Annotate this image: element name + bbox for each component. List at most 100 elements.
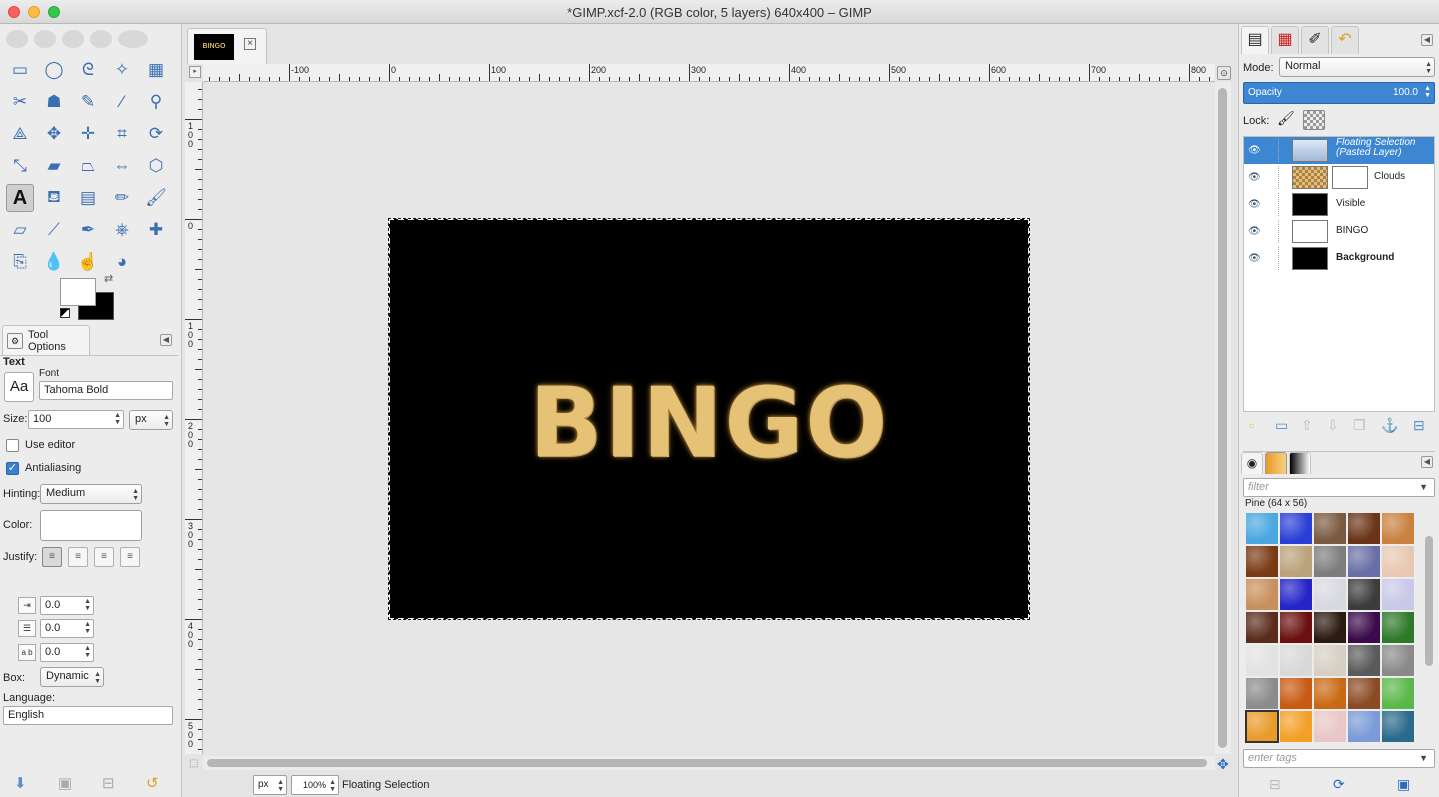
antialiasing-checkbox[interactable]: ✓ (6, 462, 19, 475)
pattern-swatch[interactable] (1314, 579, 1346, 610)
justify-center-button[interactable]: ≡ (94, 547, 114, 567)
delete-layer-icon[interactable]: ⊟ (1413, 417, 1425, 434)
pattern-swatch[interactable] (1246, 513, 1278, 544)
pattern-swatch[interactable] (1348, 513, 1380, 544)
foreground-color-swatch[interactable] (60, 278, 96, 306)
layers-list[interactable]: 👁 Floating Selection (Pasted Layer) 👁 Clouds… (1243, 136, 1435, 412)
eye-icon[interactable]: 👁 (1248, 145, 1261, 156)
pattern-swatch[interactable] (1246, 579, 1278, 610)
lower-layer-icon[interactable]: ⇩ (1327, 417, 1339, 434)
pattern-swatch[interactable] (1348, 546, 1380, 577)
raise-layer-icon[interactable]: ⇧ (1301, 417, 1313, 434)
pattern-swatch[interactable] (1382, 711, 1414, 742)
heal-icon[interactable]: ✚ (142, 216, 170, 244)
patterns-grid[interactable] (1245, 512, 1415, 743)
image-menu-icon[interactable]: ▸ (189, 66, 201, 78)
panel-menu-icon[interactable]: ◀ (1421, 34, 1433, 46)
canvas-area[interactable]: BINGO (203, 82, 1215, 754)
pattern-swatch[interactable] (1382, 678, 1414, 709)
layer-row[interactable]: 👁 Clouds (1244, 164, 1434, 191)
lock-pixels-icon[interactable]: 🖌 (1277, 110, 1295, 127)
chain-icon[interactable] (1278, 166, 1279, 189)
paths-icon[interactable]: ✎ (74, 88, 102, 116)
opacity-slider[interactable]: Opacity 100.0 ▲ ▼ (1243, 82, 1435, 104)
tab-channels[interactable]: ▦ (1271, 26, 1299, 54)
patterns-scroll-thumb[interactable] (1425, 536, 1433, 666)
cage-transform-icon[interactable]: ⬡ (142, 152, 170, 180)
navigate-icon[interactable]: ✥ (1217, 756, 1229, 773)
tab-patterns[interactable] (1265, 452, 1287, 474)
fuzzy-select-icon[interactable]: ✧ (108, 56, 136, 84)
indent-stepper-icon[interactable]: ▲ ▼ (84, 598, 91, 612)
chevron-down-icon[interactable]: ▼ (1419, 753, 1428, 763)
zoom-icon[interactable]: ⚲ (142, 88, 170, 116)
tab-brushes[interactable]: ◉ (1241, 452, 1263, 474)
new-layer-group-icon[interactable]: ▭ (1275, 417, 1288, 434)
hinting-select[interactable]: Medium ▲ ▼ (40, 484, 142, 504)
tab-tool-options[interactable]: ⚙ Tool Options (2, 325, 90, 355)
pattern-swatch[interactable] (1348, 579, 1380, 610)
vertical-scroll-thumb[interactable] (1218, 88, 1227, 748)
pattern-swatch[interactable] (1314, 678, 1346, 709)
zoom-fit-icon[interactable]: ⊙ (1217, 66, 1231, 80)
eye-icon[interactable]: 👁 (1248, 226, 1261, 237)
patterns-scrollbar[interactable] (1423, 512, 1435, 744)
lock-alpha-icon[interactable] (1303, 110, 1325, 130)
rotate-icon[interactable]: ⟳ (142, 120, 170, 148)
eraser-icon[interactable]: ▱ (6, 216, 34, 244)
delete-tool-options-icon[interactable]: ⊟ (102, 774, 115, 792)
vertical-scrollbar[interactable] (1215, 82, 1231, 754)
pattern-swatch[interactable] (1280, 546, 1312, 577)
ink-icon[interactable]: ✒ (74, 216, 102, 244)
pattern-swatch[interactable] (1246, 612, 1278, 643)
crop-icon[interactable]: ⌗ (108, 120, 136, 148)
panel-menu-icon[interactable]: ◀ (160, 334, 172, 346)
move-icon[interactable]: ✥ (40, 120, 68, 148)
letter-spacing-stepper-icon[interactable]: ▲ ▼ (84, 645, 91, 659)
open-pattern-icon[interactable]: ▣ (1397, 776, 1410, 793)
size-unit-select[interactable]: px ▲ ▼ (129, 410, 173, 430)
pattern-swatch[interactable] (1280, 645, 1312, 676)
pattern-swatch[interactable] (1246, 546, 1278, 577)
color-picker-icon[interactable]: ⁄ (108, 88, 136, 116)
new-layer-icon[interactable]: ▫ (1249, 417, 1254, 433)
chain-icon[interactable] (1278, 247, 1279, 270)
pattern-swatch[interactable] (1280, 612, 1312, 643)
chain-icon[interactable] (1278, 220, 1279, 243)
pattern-swatch[interactable] (1382, 546, 1414, 577)
swap-colors-icon[interactable]: ⇄ (104, 272, 113, 285)
pattern-swatch[interactable] (1314, 612, 1346, 643)
pattern-swatch[interactable] (1280, 513, 1312, 544)
quick-mask-icon[interactable]: ⬚ (189, 758, 198, 769)
pattern-swatch[interactable] (1314, 645, 1346, 676)
save-tool-options-icon[interactable]: ⬇ (14, 774, 27, 792)
letter-spacing-input[interactable]: 0.0 ▲ ▼ (40, 643, 94, 662)
edit-pattern-icon[interactable]: ⊟ (1269, 776, 1281, 793)
scissors-select-icon[interactable]: ✂ (6, 88, 34, 116)
pattern-swatch[interactable] (1245, 710, 1279, 743)
measure-icon[interactable]: ⟁ (6, 120, 34, 148)
layer-row[interactable]: 👁 Visible (1244, 191, 1434, 218)
justify-right-button[interactable]: ≡ (68, 547, 88, 567)
paintbrush-icon[interactable]: 🖌 (142, 184, 170, 212)
pattern-swatch[interactable] (1348, 612, 1380, 643)
pattern-swatch[interactable] (1246, 645, 1278, 676)
perspective-clone-icon[interactable]: ⎘ (6, 248, 34, 276)
pattern-swatch[interactable] (1280, 678, 1312, 709)
pattern-swatch[interactable] (1348, 711, 1380, 742)
tab-undo-history[interactable]: ↶ (1331, 26, 1359, 54)
free-select-icon[interactable]: ᘓ (74, 56, 102, 84)
airbrush-icon[interactable]: ⟋ (40, 216, 68, 244)
ellipse-select-icon[interactable]: ◯ (40, 56, 68, 84)
pattern-swatch[interactable] (1382, 513, 1414, 544)
duplicate-layer-icon[interactable]: ❐ (1353, 417, 1366, 434)
pattern-swatch[interactable] (1280, 711, 1312, 742)
justify-fill-button[interactable]: ≡ (120, 547, 140, 567)
font-preview-button[interactable]: Aa (4, 372, 34, 402)
pattern-swatch[interactable] (1280, 579, 1312, 610)
pencil-icon[interactable]: ✏ (108, 184, 136, 212)
pattern-tags-input[interactable]: enter tags ▼ (1243, 749, 1435, 768)
text-tool-icon[interactable]: A (6, 184, 34, 212)
font-input[interactable]: Tahoma Bold (39, 381, 173, 400)
tab-layers[interactable]: ▤ (1241, 26, 1269, 54)
